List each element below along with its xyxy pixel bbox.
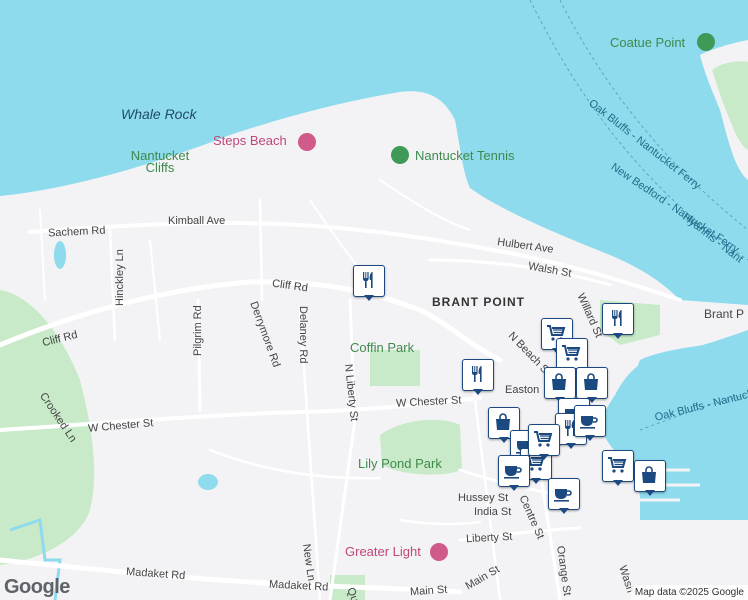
label-nantucket-cliffs: Nantucket Cliffs — [130, 148, 190, 175]
street-liberty-st: Liberty St — [465, 530, 513, 546]
label-steps-beach: Steps Beach — [213, 133, 287, 148]
pond-2 — [198, 474, 218, 490]
label-coatue-point: Coatue Point — [610, 35, 686, 50]
cafe-marker[interactable] — [498, 455, 530, 491]
shopping-bag-icon — [496, 413, 510, 430]
restaurant-marker[interactable] — [353, 265, 385, 301]
label-lily-pond-park: Lily Pond Park — [358, 456, 442, 471]
label-greater-light: Greater Light — [345, 544, 421, 559]
street-kimball-ave: Kimball Ave — [168, 215, 226, 227]
google-logo: Google — [4, 576, 70, 598]
label-coffin-park: Coffin Park — [350, 340, 415, 355]
cafe-marker[interactable] — [574, 405, 606, 441]
street-easton: Easton — [505, 384, 540, 396]
shopping-marker[interactable] — [544, 367, 576, 403]
shopping-bag-icon — [584, 373, 598, 390]
shopping-marker[interactable] — [576, 367, 608, 403]
restaurant-marker[interactable] — [602, 303, 634, 339]
label-brant-point: BRANT POINT — [432, 295, 525, 309]
shopping-bag-icon — [552, 373, 566, 390]
shopping-bag-icon — [642, 466, 656, 483]
coffee-cup-icon — [504, 466, 522, 479]
fork-knife-icon — [363, 272, 373, 288]
street-india-st: India St — [474, 506, 512, 518]
grocery-marker[interactable] — [602, 450, 634, 486]
fork-knife-icon — [612, 310, 622, 326]
grocery-marker[interactable] — [528, 424, 560, 460]
label-nantucket-tennis: Nantucket Tennis — [415, 148, 515, 163]
pond-1 — [54, 241, 66, 269]
label-brant-point-2: Brant P — [704, 307, 745, 321]
map-canvas[interactable]: Whale Rock BRANT POINT Brant P Nantucket… — [0, 0, 748, 600]
coffee-cup-icon — [580, 416, 598, 429]
map-base — [0, 0, 748, 600]
map-attribution[interactable]: Map data ©2025 Google — [630, 585, 748, 600]
tennis-pin-icon[interactable] — [391, 146, 409, 164]
shopping-cart-icon — [534, 431, 553, 447]
camera-pin-icon[interactable] — [298, 133, 316, 151]
shopping-cart-icon — [562, 345, 581, 361]
coffee-cup-icon — [554, 489, 572, 502]
street-hussey-st: Hussey St — [458, 492, 509, 504]
street-pilgrim-rd: Pilgrim Rd — [192, 305, 204, 356]
museum-pin-icon[interactable] — [430, 543, 448, 561]
fork-knife-icon — [472, 366, 482, 382]
park-pin-icon[interactable] — [697, 33, 715, 51]
shopping-cart-icon — [608, 457, 627, 473]
street-delaney-rd: Delaney Rd — [297, 306, 309, 364]
shopping-marker[interactable] — [634, 460, 666, 496]
label-whale-rock: Whale Rock — [121, 106, 197, 122]
cafe-marker[interactable] — [548, 478, 580, 514]
street-hinckley-ln: Hinckley Ln — [114, 249, 126, 306]
park-coffin — [370, 350, 420, 386]
restaurant-marker[interactable] — [462, 359, 494, 395]
